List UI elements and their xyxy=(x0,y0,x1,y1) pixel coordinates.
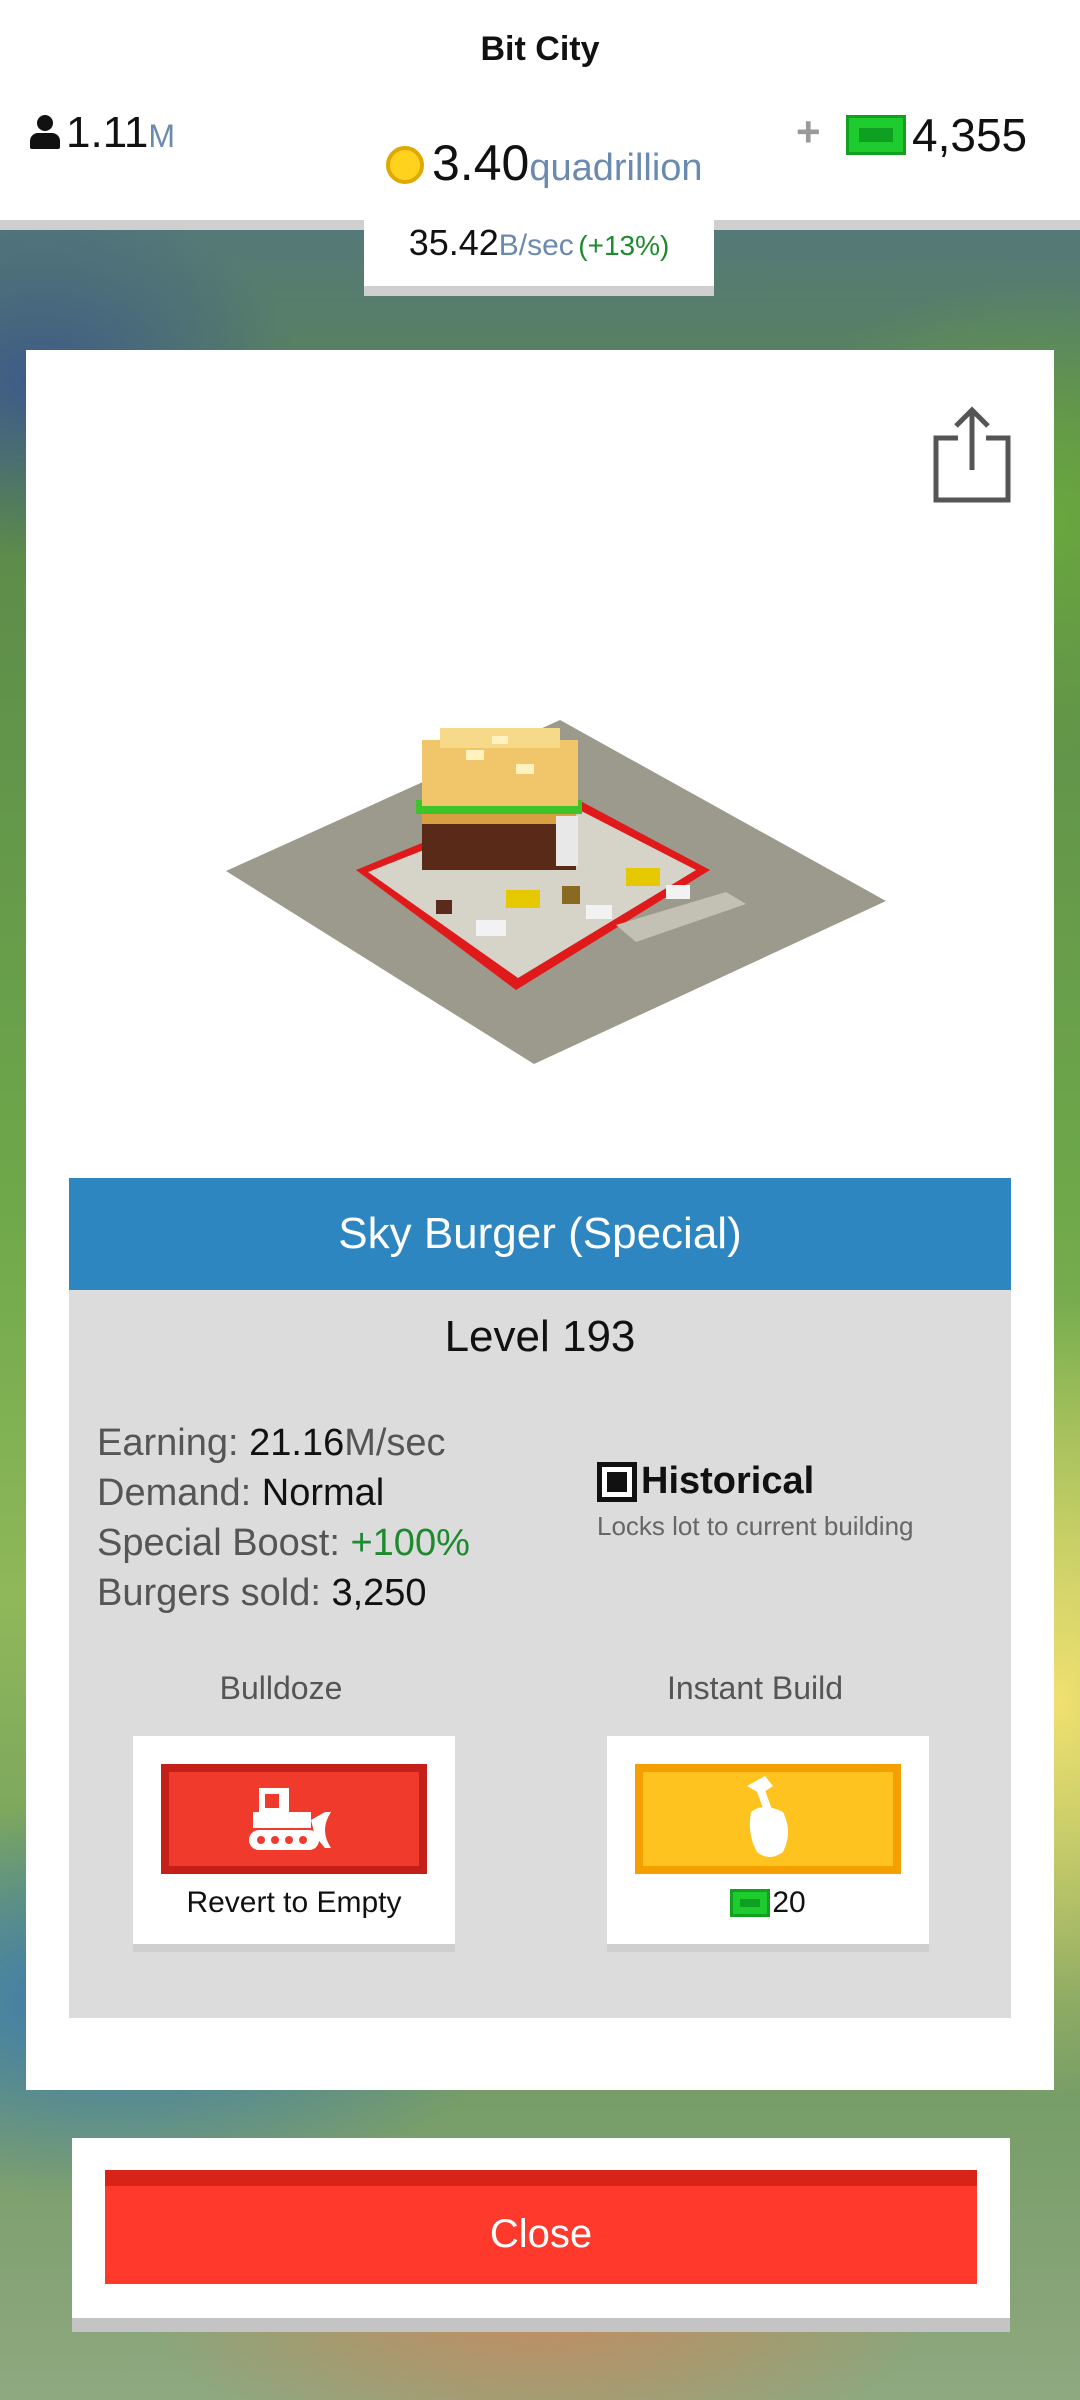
rate-change: (+13%) xyxy=(578,230,670,261)
sold-value: 3,250 xyxy=(331,1572,427,1614)
hammer-icon xyxy=(747,1776,788,1857)
cash-value: 4,355 xyxy=(912,109,1028,161)
add-cash-button[interactable]: + xyxy=(796,108,821,156)
person-icon xyxy=(28,115,62,151)
boost-label: Special Boost: xyxy=(97,1522,340,1564)
boost-row: Special Boost: +100% xyxy=(97,1518,470,1568)
income-rate: 35.42B/sec (+13%) xyxy=(364,210,714,296)
earning-row: Earning: 21.16M/sec xyxy=(97,1418,470,1468)
city-name: Bit City xyxy=(480,30,600,68)
building-card: Sky Burger (Special) Level 193 Earning: … xyxy=(26,350,1054,2090)
population-value: 1.11 xyxy=(66,108,149,157)
population-unit: M xyxy=(148,118,176,154)
historical-description: Locks lot to current building xyxy=(597,1511,914,1541)
close-button[interactable]: Close xyxy=(105,2170,977,2284)
instant-build-button[interactable]: 20 xyxy=(607,1736,929,1952)
historical-toggle[interactable]: Historical Locks lot to current building xyxy=(597,1460,937,1542)
demand-value: Normal xyxy=(261,1472,385,1514)
rate-unit: B/sec xyxy=(498,229,574,262)
boost-value: +100% xyxy=(350,1522,470,1564)
bulldoze-caption: Revert to Empty xyxy=(186,1886,402,1919)
building-stats: Earning: 21.16M/sec Demand: Normal Speci… xyxy=(97,1418,470,1618)
coin-icon xyxy=(386,146,424,184)
instant-build-cost-value: 20 xyxy=(772,1886,806,1919)
bulldozer-icon xyxy=(249,1788,331,1850)
earning-unit: M/sec xyxy=(344,1422,446,1464)
earning-label: Earning: xyxy=(97,1422,239,1464)
bulldoze-title: Bulldoze xyxy=(219,1670,343,1706)
cash-balance[interactable]: 4,355 xyxy=(846,108,1027,162)
close-panel: Close xyxy=(72,2138,1010,2332)
bulldoze-button[interactable]: Revert to Empty xyxy=(133,1736,455,1952)
building-level: Level 193 xyxy=(444,1312,636,1361)
building-preview xyxy=(226,720,886,1100)
sold-row: Burgers sold: 3,250 xyxy=(97,1568,470,1618)
historical-checkbox[interactable] xyxy=(597,1461,637,1502)
building-name: Sky Burger (Special) xyxy=(69,1178,1011,1290)
population-counter: 1.11 M xyxy=(28,108,175,158)
sold-label: Burgers sold: xyxy=(97,1572,321,1614)
share-icon xyxy=(933,406,1011,503)
top-hud: Bit City 1.11 M 3.40 quadrillion + 4,355 xyxy=(0,0,1080,230)
share-button[interactable] xyxy=(930,404,1014,504)
burger-building-image xyxy=(226,720,886,1064)
cash-icon xyxy=(846,115,906,155)
demand-label: Demand: xyxy=(97,1472,252,1514)
bulldoze-face xyxy=(161,1764,427,1874)
instant-build-face xyxy=(635,1764,901,1874)
coin-value: 3.40 xyxy=(432,135,530,191)
cash-icon xyxy=(730,1889,771,1917)
earning-value: 21.16 xyxy=(249,1422,345,1464)
instant-build-cost: 20 xyxy=(607,1886,929,1920)
rate-value: 35.42 xyxy=(408,222,499,263)
demand-row: Demand: Normal xyxy=(97,1468,470,1518)
instant-build-title: Instant Build xyxy=(666,1670,844,1706)
building-info-panel: Sky Burger (Special) Level 193 Earning: … xyxy=(69,1178,1011,2018)
coin-unit: quadrillion xyxy=(529,147,703,189)
historical-label: Historical xyxy=(641,1460,815,1502)
coin-balance: 3.40 quadrillion xyxy=(386,134,703,192)
